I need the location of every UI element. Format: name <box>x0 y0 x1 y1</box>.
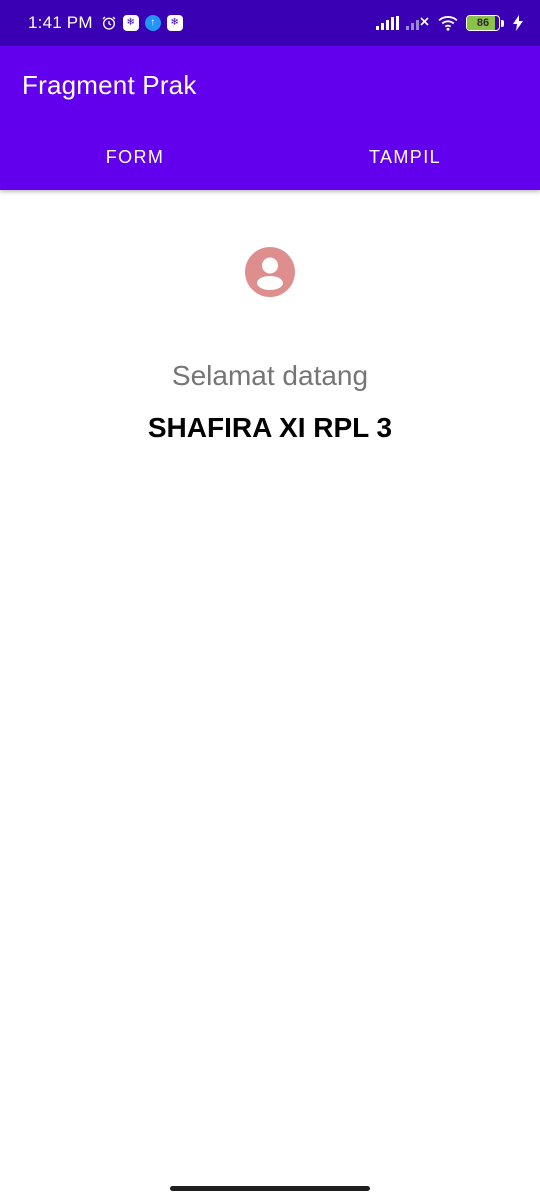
battery-percent: 86 <box>476 17 490 29</box>
app-notification-icon: ❄ <box>166 15 183 31</box>
status-time: 1:41 PM <box>28 13 93 32</box>
battery-body: 86 <box>466 15 500 31</box>
alarm-icon <box>101 15 117 31</box>
charging-icon <box>510 15 526 31</box>
signal-icon <box>376 15 400 31</box>
status-right: 86 <box>376 15 526 31</box>
wifi-icon <box>436 15 460 31</box>
user-name: SHAFIRA XI RPL 3 <box>147 412 393 443</box>
app-title: Fragment Prak <box>22 69 197 100</box>
battery-icon: 86 <box>466 15 504 31</box>
battery-nub <box>501 19 504 27</box>
welcome-text: Selamat datang <box>171 360 369 391</box>
signal-no-service-icon <box>406 15 430 31</box>
main-content: Selamat datang SHAFIRA XI RPL 3 <box>0 190 540 1200</box>
account-circle-icon <box>245 247 295 297</box>
status-bar: 1:41 PM ❄ ↑ ❄ 86 <box>0 0 540 46</box>
tab-form[interactable]: FORM <box>0 124 270 190</box>
tab-tampil[interactable]: TAMPIL <box>270 124 540 190</box>
status-left: 1:41 PM ❄ ↑ ❄ <box>28 13 183 33</box>
app-bar: Fragment Prak <box>0 46 540 124</box>
home-indicator[interactable] <box>170 1186 370 1191</box>
tab-bar: FORM TAMPIL <box>0 124 540 190</box>
app-notification-icon: ❄ <box>122 15 139 31</box>
upload-icon: ↑ <box>144 15 161 31</box>
